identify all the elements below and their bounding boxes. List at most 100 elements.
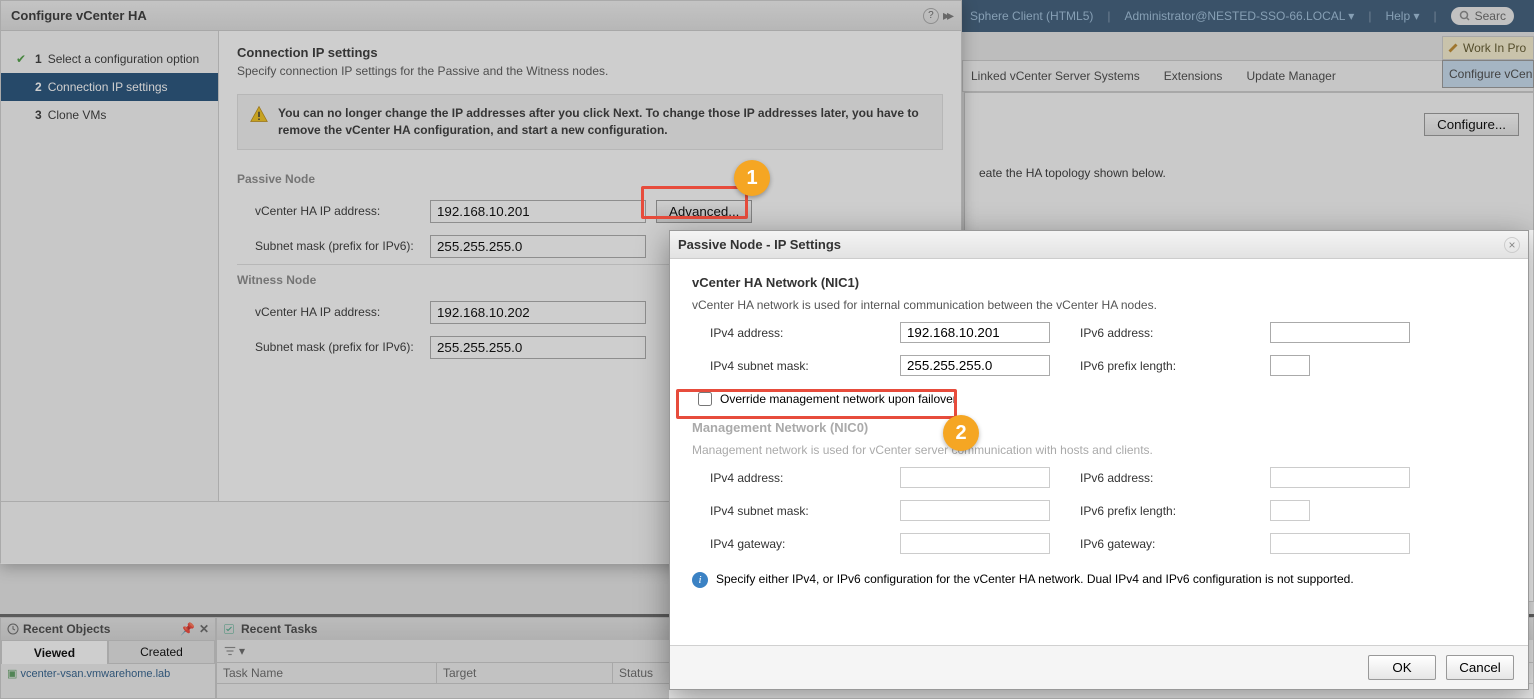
nic1-ipv4mask-label: IPv4 subnet mask: [710,359,870,373]
passive-node-header: Passive Node [237,164,943,194]
passive-subnet-label: Subnet mask (prefix for IPv6): [255,239,420,253]
pin-icon[interactable]: 📌 [180,622,195,636]
filter-icon [223,644,237,658]
passive-node-ip-settings-dialog: Passive Node - IP Settings × vCenter HA … [669,230,1529,690]
global-search[interactable]: Searc [1451,7,1514,25]
check-icon [13,79,29,95]
step-label: Clone VMs [48,108,107,122]
warning-text: You can no longer change the IP addresse… [278,105,930,139]
nic0-ipv4gw-label: IPv4 gateway: [710,537,870,551]
nic1-desc: vCenter HA network is used for internal … [692,298,1506,312]
witness-subnet-label: Subnet mask (prefix for IPv6): [255,340,420,354]
step-number: 1 [35,52,42,66]
col-task-name[interactable]: Task Name [217,663,437,683]
nic0-ipv6gw-label: IPv6 gateway: [1080,537,1240,551]
nic0-ipv6addr-input [1270,467,1410,488]
passive-subnet-input[interactable] [430,235,646,258]
separator: | [1434,9,1437,23]
cancel-button[interactable]: Cancel [1446,655,1514,680]
annotation-badge-2: 2 [943,415,979,451]
info-row: i Specify either IPv4, or IPv6 configura… [692,572,1506,588]
override-row: Override management network upon failove… [698,392,1506,406]
nic1-ipv4mask-input[interactable] [900,355,1050,376]
nic0-ipv4addr-input [900,467,1050,488]
content-subtext: Specify connection IP settings for the P… [237,64,943,78]
dialog-titlebar: Passive Node - IP Settings × [670,231,1528,259]
nic0-ipv4gw-input [900,533,1050,554]
user-menu[interactable]: Administrator@NESTED-SSO-66.LOCAL [1125,9,1355,23]
expand-icon[interactable]: ▸▸ [943,7,951,24]
nic1-ipv6prefix-label: IPv6 prefix length: [1080,359,1240,373]
configure-button[interactable]: Configure... [1424,113,1519,136]
vcenter-icon: ▣ [7,668,17,680]
step-2[interactable]: 2 Connection IP settings [1,73,218,101]
nic1-ipv6addr-input[interactable] [1270,322,1410,343]
warning-icon [250,105,268,123]
tasks-filter-menu[interactable]: ▾ [223,644,245,658]
info-text: Specify either IPv4, or IPv6 configurati… [716,572,1354,586]
info-icon: i [692,572,708,588]
recent-object-item[interactable]: ▣ vcenter-vsan.vmwarehome.lab [1,664,215,683]
step-number: 2 [35,80,42,94]
close-button[interactable]: × [1504,237,1520,253]
nic0-desc: Management network is used for vCenter s… [692,443,1506,457]
nic0-ipv4mask-input [900,500,1050,521]
step-label: Select a configuration option [48,52,199,66]
nic1-ipv4addr-label: IPv4 address: [710,326,870,340]
nic0-ipv4mask-label: IPv4 subnet mask: [710,504,870,518]
override-text: Override management network upon failove… [720,392,957,406]
work-in-label: Work In Pro [1463,41,1526,55]
passive-haip-label: vCenter HA IP address: [255,204,420,218]
tab-linked-vcenter[interactable]: Linked vCenter Server Systems [971,69,1140,83]
nic1-ipv6prefix-input[interactable] [1270,355,1310,376]
bg-topology-msg: eate the HA topology shown below. [979,136,1519,180]
tab-created[interactable]: Created [108,640,215,664]
nic0-ipv4addr-label: IPv4 address: [710,471,870,485]
nic0-ipv6prefix-input [1270,500,1310,521]
html5-client-link[interactable]: Sphere Client (HTML5) [970,9,1093,23]
tab-viewed[interactable]: Viewed [1,640,108,664]
check-icon: ✔ [13,51,29,67]
separator: | [1107,9,1110,23]
nic0-header: Management Network (NIC0) [692,420,1506,435]
separator: | [1368,9,1371,23]
tab-extensions[interactable]: Extensions [1164,69,1223,83]
work-in-progress-panel[interactable]: Work In Pro [1442,36,1534,60]
recent-objects-panel: Recent Objects 📌 ✕ Viewed Created ▣ vcen… [0,617,216,699]
clock-icon [7,623,19,635]
nic1-ipv4addr-input[interactable] [900,322,1050,343]
nic0-ipv6prefix-label: IPv6 prefix length: [1080,504,1240,518]
annotation-badge-1: 1 [734,160,770,196]
wizard-steps: ✔ 1 Select a configuration option 2 Conn… [1,31,219,501]
warning-banner: You can no longer change the IP addresse… [237,94,943,150]
witness-haip-label: vCenter HA IP address: [255,305,420,319]
passive-haip-input[interactable] [430,200,646,223]
chevron-down-icon: ▾ [239,644,245,658]
pencil-icon [1447,42,1459,54]
configure-vcenter-ha-tab[interactable]: Configure vCen [1442,60,1534,88]
search-icon [1459,10,1471,22]
search-placeholder: Searc [1475,9,1506,23]
col-target[interactable]: Target [437,663,613,683]
help-icon[interactable]: ? [923,8,939,24]
check-icon [13,107,29,123]
dialog-footer: OK Cancel [670,645,1528,689]
dialog-body: vCenter HA Network (NIC1) vCenter HA net… [670,259,1528,604]
step-label: Connection IP settings [48,80,168,94]
help-menu[interactable]: Help [1385,9,1419,23]
override-label[interactable]: Override management network upon failove… [698,392,1506,406]
recent-tasks-title: Recent Tasks [241,622,317,636]
ok-button[interactable]: OK [1368,655,1436,680]
close-icon[interactable]: ✕ [199,622,209,636]
nic0-ipv6gw-input [1270,533,1410,554]
step-1[interactable]: ✔ 1 Select a configuration option [1,45,218,73]
override-checkbox[interactable] [698,392,712,406]
nic1-ipv6addr-label: IPv6 address: [1080,326,1240,340]
content-heading: Connection IP settings [237,45,943,60]
step-3: 3 Clone VMs [1,101,218,129]
witness-haip-input[interactable] [430,301,646,324]
tab-update-manager[interactable]: Update Manager [1246,69,1335,83]
witness-subnet-input[interactable] [430,336,646,359]
passive-advanced-button[interactable]: Advanced... [656,200,752,223]
nic0-ipv6addr-label: IPv6 address: [1080,471,1240,485]
